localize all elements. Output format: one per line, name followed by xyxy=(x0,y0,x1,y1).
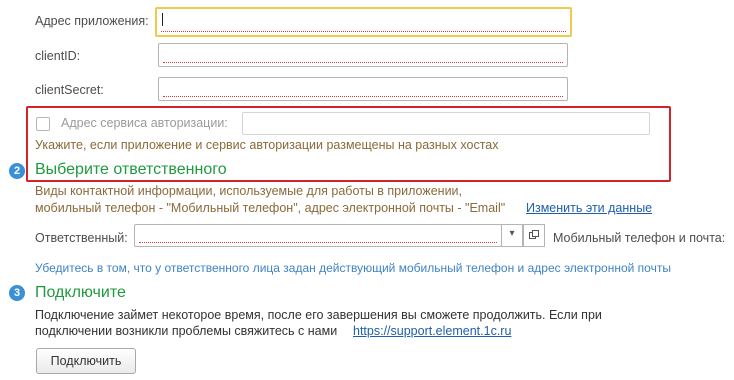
auth-service-hint: Укажите, если приложение и сервис автори… xyxy=(35,138,499,152)
step-3-title: Подключите xyxy=(35,284,126,301)
required-underline xyxy=(139,242,497,243)
required-underline xyxy=(163,96,563,97)
responsible-input[interactable] xyxy=(134,224,502,247)
auth-service-checkbox[interactable] xyxy=(36,117,50,131)
responsible-label: Ответственный: xyxy=(35,231,128,245)
client-secret-input[interactable] xyxy=(158,77,568,101)
step-3-desc-line2: подключении возникли проблемы свяжитесь … xyxy=(35,324,338,338)
step-2-desc-line2: мобильный телефон - "Мобильный телефон",… xyxy=(35,201,506,215)
text-caret xyxy=(162,13,163,26)
client-secret-label: clientSecret: xyxy=(35,83,104,97)
step-2-badge: 2 xyxy=(9,163,25,179)
step-3-desc-line1: Подключение займет некоторое время, посл… xyxy=(35,308,602,322)
support-link[interactable]: https://support.element.1c.ru xyxy=(353,324,511,338)
dropdown-arrow-icon[interactable]: ▾ xyxy=(501,224,523,247)
open-form-icon[interactable] xyxy=(523,224,545,247)
mobile-email-label: Мобильный телефон и почта: xyxy=(553,231,726,245)
step-2-title: Выберите ответственного xyxy=(35,161,227,178)
auth-service-input[interactable] xyxy=(242,112,650,135)
step-3-badge: 3 xyxy=(9,285,25,301)
required-underline xyxy=(163,62,563,63)
client-id-input[interactable] xyxy=(158,43,568,67)
step-2-desc-line1: Виды контактной информации, используемые… xyxy=(35,184,463,198)
change-data-link[interactable]: Изменить эти данные xyxy=(526,201,652,215)
app-address-input[interactable] xyxy=(155,7,572,37)
auth-service-label: Адрес сервиса авторизации: xyxy=(61,116,228,130)
required-underline xyxy=(161,31,566,32)
responsible-note: Убедитесь в том, что у ответственного ли… xyxy=(35,261,671,275)
app-address-label: Адрес приложения: xyxy=(35,14,149,28)
client-id-label: clientID: xyxy=(35,49,81,63)
connect-button[interactable]: Подключить xyxy=(36,348,136,374)
